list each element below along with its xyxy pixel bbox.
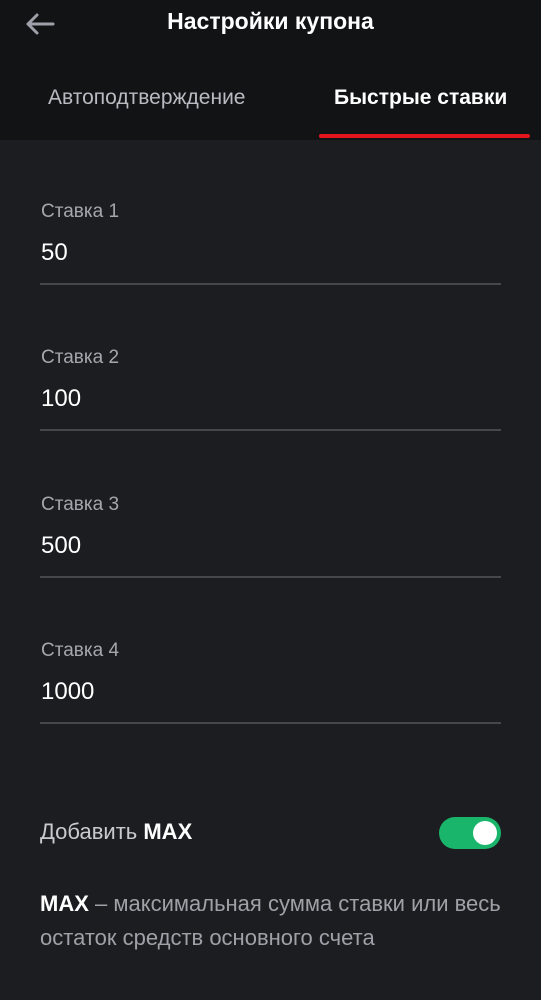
coupon-settings-screen: Настройки купона Автоподтверждение Быстр… bbox=[0, 0, 541, 1000]
page-title: Настройки купона bbox=[167, 8, 374, 34]
tab-quick-bets[interactable]: Быстрые ставки bbox=[334, 86, 507, 110]
bet-3-value[interactable]: 500 bbox=[41, 532, 81, 560]
bet-1-label: Ставка 1 bbox=[41, 201, 120, 222]
bet-3-field[interactable]: Ставка 3 500 bbox=[40, 494, 501, 586]
add-max-toggle[interactable] bbox=[439, 817, 501, 849]
add-max-label-prefix: Добавить bbox=[40, 819, 138, 844]
bet-1-field[interactable]: Ставка 1 50 bbox=[40, 201, 501, 293]
bet-3-label: Ставка 3 bbox=[41, 494, 120, 515]
max-description: MAX – максимальная сумма ставки или весь… bbox=[40, 887, 501, 955]
bet-1-underline bbox=[40, 283, 501, 285]
bet-2-label: Ставка 2 bbox=[41, 347, 120, 368]
header: Настройки купона Автоподтверждение Быстр… bbox=[0, 0, 541, 140]
tab-autoconfirm[interactable]: Автоподтверждение bbox=[48, 86, 246, 110]
bet-4-field[interactable]: Ставка 4 1000 bbox=[40, 640, 501, 732]
bet-3-underline bbox=[40, 576, 501, 578]
add-max-label: Добавить MAX bbox=[40, 819, 192, 845]
bet-4-value[interactable]: 1000 bbox=[41, 678, 94, 706]
bet-4-label: Ставка 4 bbox=[41, 640, 120, 661]
toggle-knob bbox=[473, 821, 497, 845]
bet-2-value[interactable]: 100 bbox=[41, 385, 81, 413]
max-description-term: MAX bbox=[40, 891, 89, 916]
add-max-label-bold: MAX bbox=[143, 819, 193, 844]
active-tab-indicator bbox=[319, 134, 530, 138]
bet-2-underline bbox=[40, 429, 501, 431]
bet-4-underline bbox=[40, 722, 501, 724]
max-description-text: – максимальная сумма ставки или весь ост… bbox=[40, 891, 501, 950]
bet-1-value[interactable]: 50 bbox=[41, 239, 68, 267]
bet-2-field[interactable]: Ставка 2 100 bbox=[40, 347, 501, 439]
